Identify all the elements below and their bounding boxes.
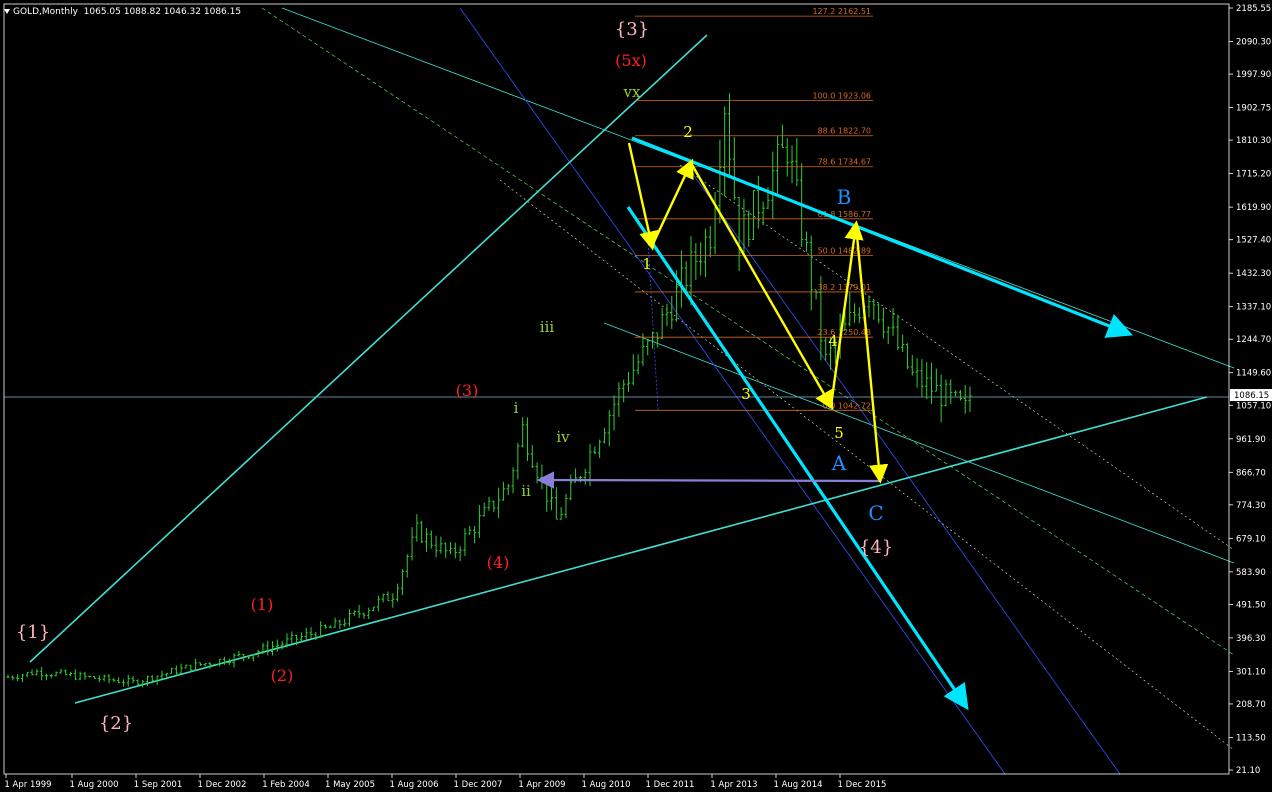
y-tick-label: 583.90 — [1236, 568, 1266, 578]
y-tick-label: 1244.70 — [1236, 335, 1271, 345]
wave-label: ii — [521, 482, 531, 500]
y-tick-label: 1057.10 — [1236, 401, 1271, 411]
wave-label: 4 — [828, 332, 838, 350]
y-tick-label: 301.10 — [1236, 667, 1266, 677]
wave-label: (2) — [271, 666, 294, 685]
y-tick-label: 1619.90 — [1236, 203, 1271, 213]
x-tick-label: 1 Dec 2007 — [454, 780, 503, 790]
x-tick-label: 1 Apr 1999 — [4, 780, 51, 790]
x-tick-label: 1 Apr 2009 — [518, 780, 565, 790]
y-tick-label: 1997.90 — [1236, 70, 1271, 80]
y-tick-label: 1527.40 — [1236, 236, 1271, 246]
x-tick-label: 1 Dec 2011 — [646, 780, 695, 790]
wave-label: iv — [556, 428, 570, 446]
x-tick-label: 1 Feb 2004 — [262, 780, 310, 790]
wave-label: vx — [623, 83, 641, 101]
wave-label: 2 — [683, 123, 693, 141]
x-tick-label: 1 May 2005 — [325, 780, 375, 790]
fib-level-label: 100.0 1923.06 — [812, 91, 871, 100]
x-tick-label: 1 Sep 2001 — [134, 780, 182, 790]
x-tick-label: 1 Aug 2014 — [773, 780, 822, 790]
wave-label: (3) — [456, 381, 479, 400]
price-chart[interactable]: 127.2 2162.51 100.0 1923.06 88.6 1822.70 78… — [0, 0, 1272, 792]
support-target-arrow — [536, 471, 881, 489]
y-tick-label: 866.70 — [1236, 468, 1266, 478]
x-tick-label: 1 Dec 2015 — [838, 780, 887, 790]
wave-label: (1) — [251, 595, 274, 614]
wave-label: {1} — [16, 622, 50, 643]
x-tick-label: 1 Aug 2000 — [69, 780, 118, 790]
y-tick-label: 113.50 — [1236, 733, 1266, 743]
chart-ohlc: 1065.05 1088.82 1046.32 1086.15 — [83, 7, 242, 17]
wave-label: iii — [540, 318, 555, 336]
fib-level-label: 78.6 1734.67 — [818, 158, 871, 167]
y-tick-label: 1149.60 — [1236, 369, 1271, 379]
y-tick-label: 2185.55 — [1236, 4, 1271, 14]
y-tick-label: 1337.10 — [1236, 303, 1271, 313]
y-tick-label: 1810.30 — [1236, 136, 1271, 146]
wave-label: 1 — [642, 255, 652, 273]
wave-label: (4) — [487, 553, 510, 572]
wave-label: {4} — [859, 537, 893, 558]
y-tick-label: 1715.20 — [1236, 170, 1271, 180]
wave-label: 5 — [834, 424, 844, 442]
wave-label: i — [514, 399, 519, 417]
wave-label: (5x) — [615, 51, 647, 70]
wave-label: B — [837, 185, 852, 209]
x-tick-label: 1 Dec 2002 — [198, 780, 247, 790]
y-tick-label: 1432.30 — [1236, 269, 1271, 279]
wave-label: C — [868, 501, 883, 525]
y-tick-label: 1902.75 — [1236, 104, 1271, 114]
y-tick-label: 21.10 — [1236, 766, 1260, 776]
dropdown-arrow-icon[interactable] — [4, 9, 10, 14]
chart-header: GOLD,Monthly 1065.05 1088.82 1046.32 108… — [4, 7, 241, 17]
fib-level-label: 127.2 2162.51 — [812, 7, 871, 16]
wave-label: A — [831, 451, 847, 475]
fib-level-label: 50.0 1482.89 — [818, 246, 871, 255]
wave-label: {3} — [615, 19, 649, 40]
fib-level-label: 88.6 1822.70 — [818, 127, 871, 136]
chart-symbol: GOLD,Monthly — [13, 7, 78, 17]
x-tick-label: 1 Aug 2006 — [389, 780, 438, 790]
x-tick-label: 1 Apr 2013 — [710, 780, 757, 790]
y-tick-label: 679.10 — [1236, 534, 1266, 544]
y-tick-label: 396.30 — [1236, 634, 1266, 644]
y-tick-label: 774.30 — [1236, 501, 1266, 511]
wave-label: {2} — [99, 713, 133, 734]
current-price-label: 1086.15 — [1234, 391, 1269, 401]
fib-level-label: 23.6 1250.48 — [818, 328, 871, 337]
chart-background — [0, 0, 1272, 792]
wave-label: 3 — [741, 385, 751, 403]
x-tick-label: 1 Aug 2010 — [581, 780, 630, 790]
y-tick-label: 961.90 — [1236, 435, 1266, 445]
y-tick-label: 491.50 — [1236, 600, 1266, 610]
y-tick-label: 208.70 — [1236, 700, 1266, 710]
y-tick-label: 2090.30 — [1236, 38, 1271, 48]
